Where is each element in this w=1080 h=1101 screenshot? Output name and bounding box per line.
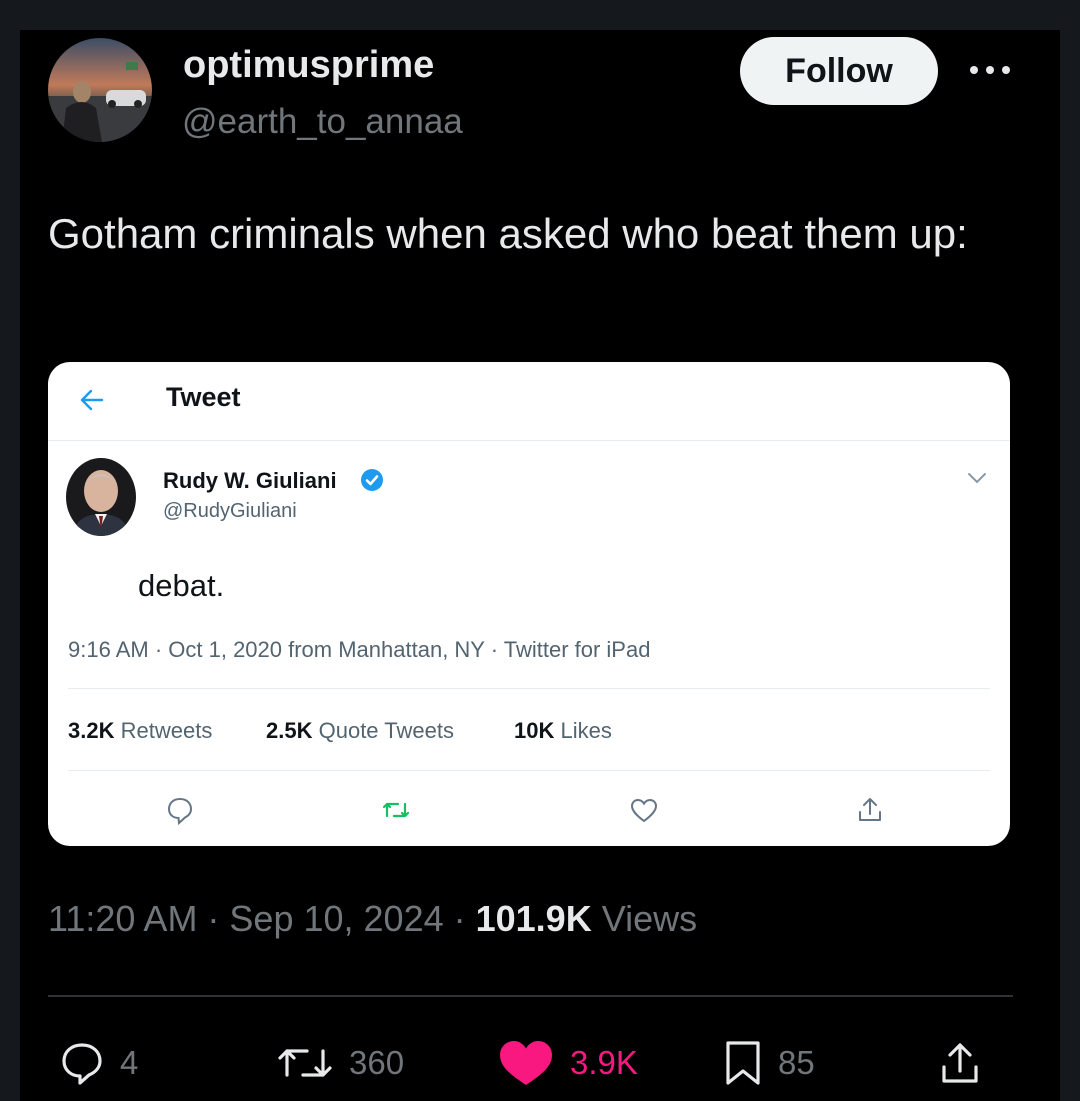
- reply-button[interactable]: 4: [58, 1038, 138, 1088]
- embedded-header-title: Tweet: [166, 382, 241, 412]
- share-icon: [942, 1043, 978, 1083]
- like-icon: [628, 794, 660, 826]
- embedded-quotes-count: 2.5K: [266, 718, 313, 743]
- views-label: Views: [591, 898, 698, 939]
- embedded-likes-stat: 10K Likes: [514, 718, 612, 744]
- reply-icon: [62, 1043, 102, 1085]
- post: optimusprime @earth_to_annaa Follow Goth…: [20, 30, 1060, 1101]
- more-icon[interactable]: [965, 50, 1015, 90]
- repost-button[interactable]: 360: [275, 1038, 404, 1088]
- timestamp-text: 11:20 AM · Sep 10, 2024 ·: [48, 898, 476, 939]
- bookmark-button[interactable]: 85: [722, 1038, 815, 1088]
- embedded-author-handle: @RudyGiuliani: [163, 500, 297, 522]
- embedded-likes-count: 10K: [514, 718, 555, 743]
- embedded-divider: [68, 688, 990, 689]
- embedded-retweets-label: Retweets: [120, 718, 213, 743]
- embedded-retweets-stat: 3.2K Retweets: [68, 718, 212, 744]
- divider: [48, 995, 1013, 997]
- like-icon: [500, 1041, 552, 1085]
- reply-count: 4: [120, 1044, 139, 1081]
- embedded-quotes-label: Quote Tweets: [318, 718, 454, 743]
- retweet-icon: [380, 794, 412, 826]
- embedded-retweets-count: 3.2K: [68, 718, 115, 743]
- embedded-tweet-text: debat.: [138, 568, 225, 603]
- display-name[interactable]: optimusprime: [183, 44, 434, 87]
- share-button[interactable]: [938, 1038, 996, 1088]
- bookmark-icon: [726, 1041, 760, 1085]
- like-count: 3.9K: [570, 1044, 638, 1081]
- embedded-author-name: Rudy W. Giuliani: [163, 468, 337, 493]
- embedded-likes-label: Likes: [560, 718, 612, 743]
- verified-badge-icon: [360, 468, 384, 492]
- user-handle[interactable]: @earth_to_annaa: [182, 102, 463, 142]
- repost-count: 360: [349, 1044, 405, 1081]
- post-timestamp[interactable]: 11:20 AM · Sep 10, 2024 · 101.9K Views: [48, 898, 697, 940]
- embedded-quotes-stat: 2.5K Quote Tweets: [266, 718, 454, 744]
- embedded-tweet-meta: 9:16 AM · Oct 1, 2020 from Manhattan, NY…: [68, 637, 651, 662]
- chevron-down-icon: [965, 468, 989, 488]
- views-count: 101.9K: [475, 898, 592, 939]
- embedded-tweet-image[interactable]: Tweet Rudy W. Giuliani @RudyGiuliani deb…: [48, 362, 1010, 846]
- post-text: Gotham criminals when asked who beat the…: [48, 210, 968, 257]
- retweet-icon: [278, 1049, 332, 1077]
- share-icon: [854, 794, 886, 826]
- avatar[interactable]: [48, 38, 152, 142]
- embedded-author-avatar: [66, 458, 136, 536]
- like-button[interactable]: 3.9K: [496, 1038, 638, 1088]
- embedded-divider: [68, 770, 990, 771]
- back-arrow-icon: [78, 386, 106, 414]
- reply-icon: [164, 794, 196, 826]
- bookmark-count: 85: [778, 1044, 815, 1081]
- follow-button[interactable]: Follow: [740, 37, 938, 105]
- embedded-header-divider: [48, 440, 1010, 441]
